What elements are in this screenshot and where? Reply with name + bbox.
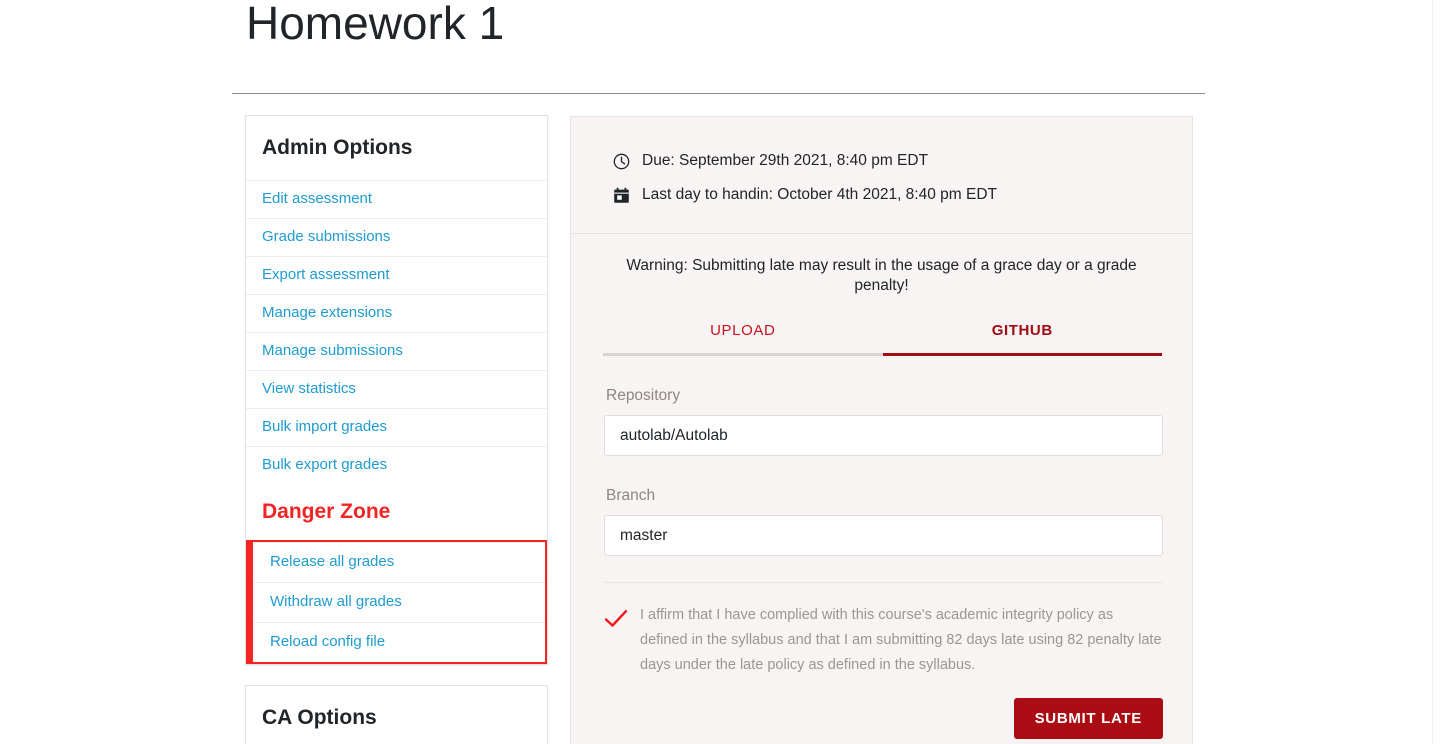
page-title: Homework 1 — [246, 0, 505, 49]
list-item[interactable]: Bulk export grades — [246, 446, 547, 484]
panel-header: Due: September 29th 2021, 8:40 pm EDT La… — [571, 117, 1192, 234]
panel-body: Warning: Submitting late may result in t… — [571, 234, 1192, 744]
main-column: Due: September 29th 2021, 8:40 pm EDT La… — [570, 116, 1193, 744]
danger-zone-heading: Danger Zone — [262, 500, 391, 523]
sidebar-item-reload-config-file[interactable]: Reload config file — [253, 623, 545, 662]
sidebar-item-grade-submissions[interactable]: Grade submissions — [246, 219, 547, 256]
sidebar-item-bulk-export-grades[interactable]: Bulk export grades — [246, 447, 547, 484]
due-date-row: Due: September 29th 2021, 8:40 pm EDT — [613, 151, 1150, 171]
affirmation-text: I affirm that I have complied with this … — [640, 607, 1162, 673]
sidebar: Admin Options Edit assessment Grade subm… — [245, 115, 548, 744]
form-divider — [604, 582, 1163, 583]
tab-upload[interactable]: UPLOAD — [603, 322, 883, 356]
sidebar-item-withdraw-all-grades[interactable]: Withdraw all grades — [253, 583, 545, 622]
late-warning-text: Warning: Submitting late may result in t… — [626, 257, 1137, 294]
list-item[interactable]: Manage submissions — [246, 332, 547, 370]
page-scrollbar[interactable] — [1432, 0, 1440, 744]
sidebar-item-release-all-grades[interactable]: Release all grades — [253, 543, 545, 582]
list-item[interactable]: Edit assessment — [246, 180, 547, 218]
submit-late-button[interactable]: SUBMIT LATE — [1013, 698, 1163, 739]
repository-input[interactable] — [604, 415, 1163, 456]
list-item[interactable]: Reload config file — [253, 622, 545, 662]
affirmation-row[interactable]: I affirm that I have complied with this … — [604, 603, 1163, 678]
ca-options-card: CA Options — [245, 685, 548, 744]
list-item[interactable]: Release all grades — [253, 542, 545, 582]
submit-row: SUBMIT LATE — [604, 698, 1163, 739]
checkmark-icon[interactable] — [604, 609, 628, 629]
ca-options-heading: CA Options — [262, 706, 377, 729]
submission-panel: Due: September 29th 2021, 8:40 pm EDT La… — [570, 116, 1193, 744]
handin-date-text: Last day to handin: October 4th 2021, 8:… — [642, 186, 997, 203]
handin-date-row: Last day to handin: October 4th 2021, 8:… — [613, 185, 1150, 205]
list-item[interactable]: Manage extensions — [246, 294, 547, 332]
title-divider — [232, 93, 1205, 94]
sidebar-item-view-statistics[interactable]: View statistics — [246, 371, 547, 408]
admin-options-heading: Admin Options — [262, 136, 413, 159]
sidebar-item-edit-assessment[interactable]: Edit assessment — [246, 181, 547, 218]
due-date-text: Due: September 29th 2021, 8:40 pm EDT — [642, 152, 929, 169]
list-item[interactable]: Withdraw all grades — [253, 582, 545, 622]
sidebar-item-manage-extensions[interactable]: Manage extensions — [246, 295, 547, 332]
list-item[interactable]: Export assessment — [246, 256, 547, 294]
github-form: Repository Branch I affirm that I have c… — [603, 386, 1163, 744]
clock-icon — [613, 153, 630, 170]
sidebar-item-bulk-import-grades[interactable]: Bulk import grades — [246, 409, 547, 446]
danger-zone-list: Release all grades Withdraw all grades R… — [253, 542, 545, 662]
tab-github[interactable]: GITHUB — [882, 322, 1162, 356]
sidebar-item-export-assessment[interactable]: Export assessment — [246, 257, 547, 294]
admin-options-list: Edit assessment Grade submissions Export… — [246, 180, 547, 484]
page-root: Homework 1 Admin Options Edit assessment… — [0, 0, 1440, 744]
danger-zone-block: Release all grades Withdraw all grades R… — [246, 540, 547, 664]
repository-label: Repository — [606, 387, 681, 404]
list-item[interactable]: View statistics — [246, 370, 547, 408]
branch-input[interactable] — [604, 515, 1163, 556]
submission-tabs: UPLOAD GITHUB — [603, 322, 1162, 356]
list-item[interactable]: Bulk import grades — [246, 408, 547, 446]
calendar-icon — [613, 187, 630, 204]
branch-label: Branch — [606, 487, 656, 504]
sidebar-item-manage-submissions[interactable]: Manage submissions — [246, 333, 547, 370]
list-item[interactable]: Grade submissions — [246, 218, 547, 256]
admin-options-card: Admin Options Edit assessment Grade subm… — [245, 115, 548, 665]
